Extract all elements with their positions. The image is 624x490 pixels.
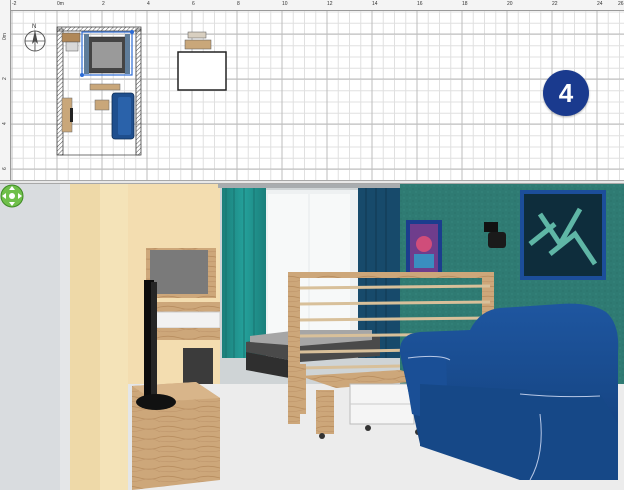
horizontal-ruler[interactable]: -2 0m 2 4 6 8 10 12 14 16 18 20 22 24 26 bbox=[0, 0, 624, 11]
3d-scene bbox=[0, 184, 624, 490]
ruler-label: 24 bbox=[597, 1, 603, 7]
ruler-label: 2 bbox=[102, 1, 105, 7]
ruler-label: 0m bbox=[57, 1, 64, 7]
ruler-label: 0m bbox=[2, 33, 8, 40]
3d-view[interactable] bbox=[0, 184, 624, 490]
ruler-label: 26 bbox=[618, 1, 624, 7]
ruler-label: 16 bbox=[417, 1, 423, 7]
ruler-label: 22 bbox=[552, 1, 558, 7]
compass-letter: N bbox=[32, 24, 36, 30]
ruler-label: 18 bbox=[462, 1, 468, 7]
ruler-label: 8 bbox=[237, 1, 240, 7]
ruler-label: 20 bbox=[507, 1, 513, 7]
ruler-label: 2 bbox=[2, 77, 8, 80]
compass-icon[interactable]: N bbox=[20, 22, 50, 56]
ruler-label: 14 bbox=[372, 1, 378, 7]
vertical-ruler[interactable]: 0m 2 4 6 bbox=[0, 0, 11, 180]
ruler-label: 4 bbox=[2, 122, 8, 125]
ruler-label: 6 bbox=[2, 167, 8, 170]
ruler-label: 12 bbox=[327, 1, 333, 7]
floor-plan-view[interactable]: -2 0m 2 4 6 8 10 12 14 16 18 20 22 24 26… bbox=[0, 0, 624, 180]
navigation-arrows-icon[interactable] bbox=[0, 184, 24, 208]
step-number: 4 bbox=[558, 77, 574, 108]
ruler-label: 10 bbox=[282, 1, 288, 7]
step-number-badge: 4 bbox=[543, 70, 589, 116]
ruler-label: 6 bbox=[192, 1, 195, 7]
plan-grid bbox=[10, 10, 624, 180]
ruler-label: -2 bbox=[12, 1, 17, 7]
sweet-home-3d-window: -2 0m 2 4 6 8 10 12 14 16 18 20 22 24 26… bbox=[0, 0, 624, 490]
ruler-label: 4 bbox=[147, 1, 150, 7]
